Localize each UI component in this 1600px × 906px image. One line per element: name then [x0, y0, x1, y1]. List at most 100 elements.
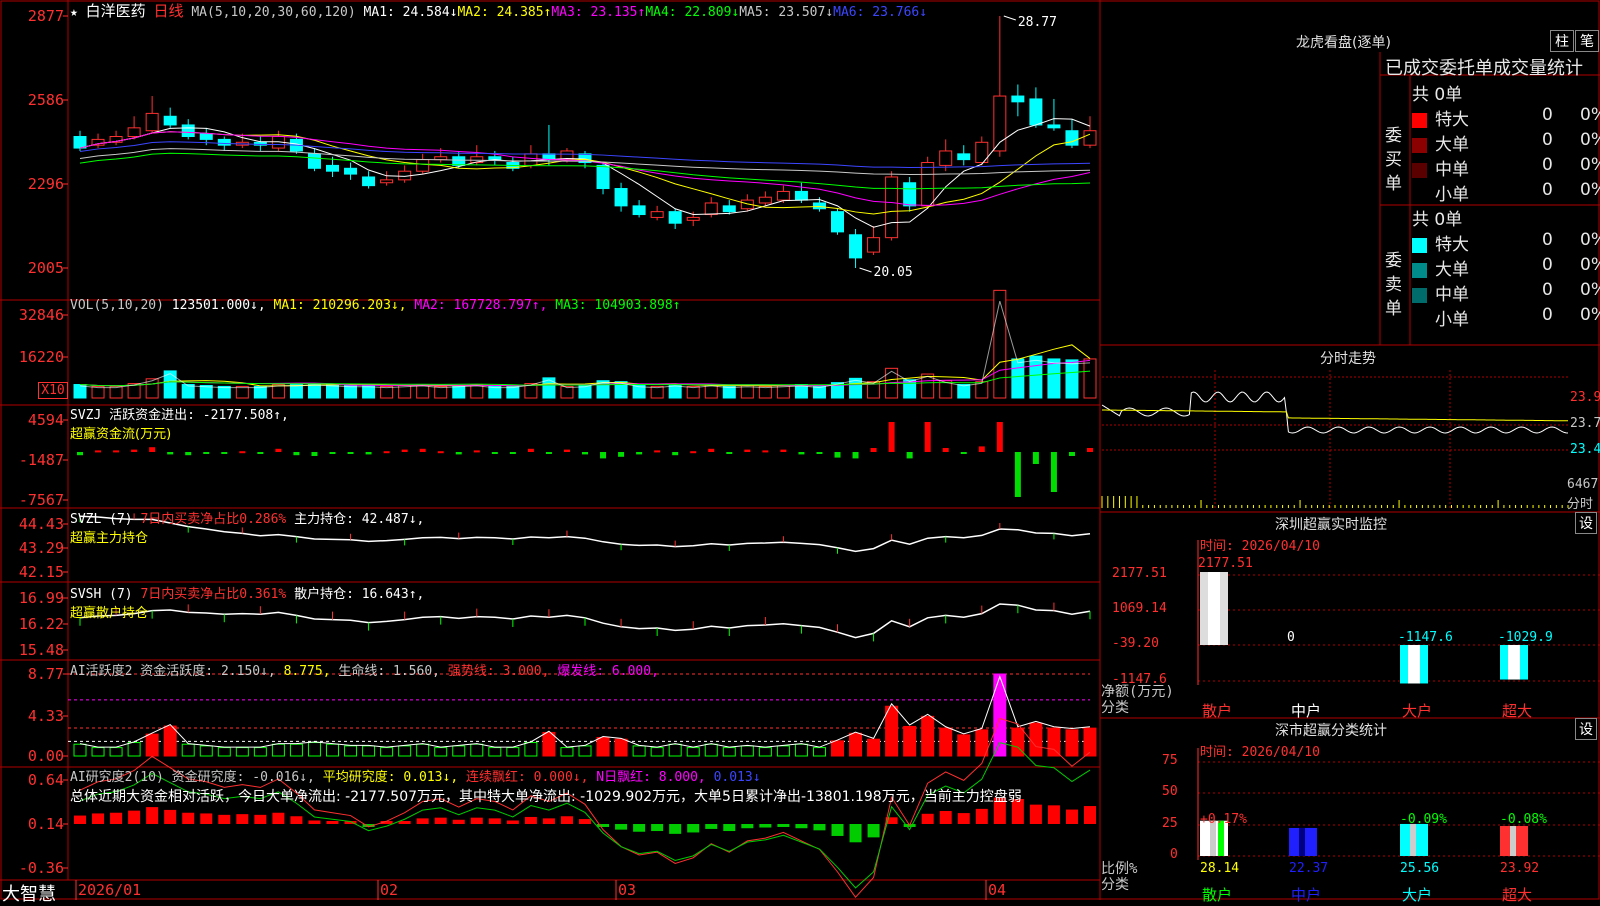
volume-bar — [91, 385, 105, 399]
activity-bar — [614, 738, 628, 757]
fund-flow-bar — [978, 446, 985, 452]
candle — [831, 208, 844, 235]
activity-bar — [145, 733, 159, 757]
fund-flow-bar — [654, 450, 661, 453]
candle-body — [380, 179, 394, 184]
activity-bar — [957, 734, 971, 757]
stats-bar-mid — [1510, 826, 1516, 856]
fund-flow-bar — [726, 452, 733, 454]
fund-flow-bar — [582, 452, 588, 455]
stats-category: 超大 — [1502, 886, 1533, 904]
vol-header: VOL(5,10,20) 123501.000↓, MA1: 210296.20… — [70, 298, 681, 313]
date-axis-label: 03 — [618, 881, 637, 899]
header-item: 8.775, — [283, 664, 339, 679]
research-bar — [164, 809, 177, 824]
candle-body — [596, 164, 610, 190]
fund-flow-bar — [672, 452, 679, 456]
candle-body — [957, 153, 971, 161]
candle-body — [849, 234, 863, 259]
monitor-axis-label: -39.20 — [1112, 636, 1159, 651]
activity-bar — [794, 743, 808, 757]
price-axis-label: 2877 — [27, 7, 64, 25]
research-bar — [200, 813, 213, 824]
header-item: 连续飘红: 0.000↓, — [466, 770, 597, 785]
fund-flow-bar — [816, 452, 823, 454]
research-bar — [831, 824, 844, 836]
activity-bar — [686, 747, 700, 757]
price-axis-label: 2586 — [27, 91, 64, 109]
activity-bar — [470, 743, 484, 757]
fund-flow-bar — [636, 452, 643, 455]
period-label[interactable]: 日线 — [154, 2, 184, 20]
activity-bar — [867, 738, 881, 757]
svsh-header: SVSH (7) 7日内买卖净占比0.361% 散户持仓: 16.643↑, 超… — [70, 587, 425, 621]
research-green-line — [79, 742, 1091, 889]
activity-bar — [704, 743, 718, 757]
row-percent: 0% — [1580, 230, 1600, 250]
research-bar — [723, 824, 736, 832]
stock-chart-canvas[interactable]: 28.77 20.05 — [0, 0, 1600, 900]
price-header: ★ 白洋医药 日线 MA(5,10,20,30,60,120) MA1: 24.… — [70, 0, 927, 21]
row-value: 0 — [1542, 130, 1553, 150]
buy-orders-row: 中单 0 0% — [1412, 155, 1600, 180]
ai-axis-label: 0.00 — [27, 747, 64, 765]
candle — [957, 145, 971, 166]
research-bar — [254, 814, 267, 824]
stats-settings-button[interactable]: 设 — [1575, 718, 1597, 740]
research-bar — [957, 813, 970, 824]
research-bar — [308, 820, 321, 824]
monitor-category: 散户 — [1202, 702, 1233, 720]
candle-body — [686, 216, 700, 221]
buy-orders-total: 共 0单 — [1412, 85, 1463, 105]
research-bar — [182, 812, 195, 824]
fund-flow-bar — [401, 449, 408, 452]
candle — [163, 107, 177, 128]
row-name: 大单 — [1435, 260, 1469, 280]
low-pointer — [859, 267, 872, 273]
candle-body — [1047, 124, 1061, 129]
ai2-axis-label: 0.64 — [27, 771, 64, 789]
monitor-settings-button[interactable]: 设 — [1575, 512, 1597, 534]
intraday-vol-label: 6467 — [1567, 477, 1599, 492]
research-bar — [633, 824, 646, 832]
stats-bar-edge — [1418, 823, 1424, 856]
fund-flow-bar — [563, 449, 570, 452]
fund-flow-bar — [1014, 452, 1021, 497]
sell-orders-row: 中单 0 0% — [1412, 280, 1600, 305]
color-swatch-icon — [1412, 188, 1427, 203]
buy-orders-row: 大单 0 0% — [1412, 130, 1600, 155]
volume-bar — [812, 385, 826, 399]
volume-bar — [957, 384, 971, 399]
stats-bar-value: 28.14 — [1200, 861, 1240, 876]
fund-flow-bar — [798, 452, 805, 455]
research-bar — [470, 817, 483, 824]
header-item: MA2: 167728.797↑, — [414, 298, 556, 313]
fund-flow-bar — [167, 452, 174, 455]
intraday-price-label: 23.45 — [1570, 442, 1600, 457]
candle — [181, 119, 195, 140]
candle — [939, 139, 953, 172]
activity-bar — [271, 743, 285, 757]
research-bar — [1029, 804, 1042, 824]
candle — [686, 211, 700, 227]
candle — [109, 130, 123, 146]
monitor-bar-highlight — [1408, 645, 1420, 684]
fund-flow-bar — [780, 449, 787, 452]
research-bar — [218, 814, 231, 824]
activity-bar — [326, 743, 339, 757]
volume-bar — [1047, 358, 1061, 399]
volume-bar — [758, 385, 772, 399]
research-bar — [290, 816, 303, 824]
sell-orders-row: 大单 0 0% — [1412, 255, 1600, 280]
research-bar — [146, 807, 159, 824]
candle — [307, 148, 321, 172]
stock-name[interactable]: 白洋医药 — [86, 2, 146, 20]
row-value: 0 — [1542, 255, 1553, 275]
research-bar — [488, 818, 501, 824]
header-item: VOL(5,10,20) — [70, 298, 172, 313]
candle-body — [668, 211, 682, 224]
bar-mode-button[interactable]: 柱 — [1550, 30, 1574, 52]
tick-mode-button[interactable]: 笔 — [1575, 30, 1599, 52]
research-bar — [615, 824, 628, 830]
activity-bar — [722, 747, 736, 757]
